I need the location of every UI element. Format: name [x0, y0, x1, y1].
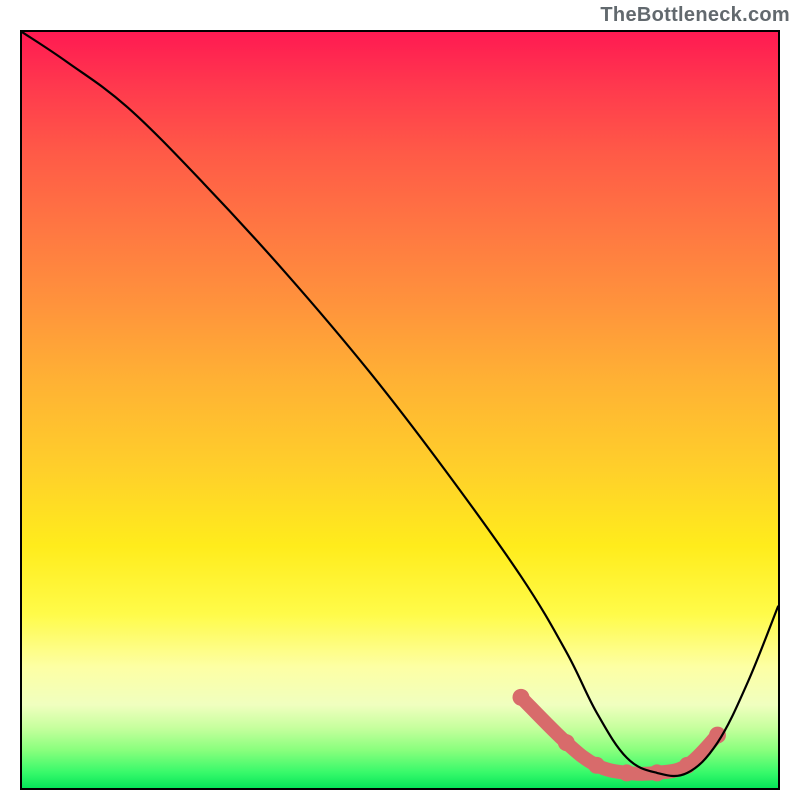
- optimal-band-dot: [558, 734, 575, 751]
- chart-plot-area: [20, 30, 780, 790]
- optimal-band-dot: [618, 764, 635, 781]
- attribution-text: TheBottleneck.com: [600, 4, 790, 27]
- optimal-band-dot: [679, 757, 696, 774]
- chart-svg-layer: [22, 32, 778, 788]
- optimal-band-dot: [513, 689, 530, 706]
- bottleneck-curve: [22, 32, 778, 776]
- optimal-band-dot: [588, 757, 605, 774]
